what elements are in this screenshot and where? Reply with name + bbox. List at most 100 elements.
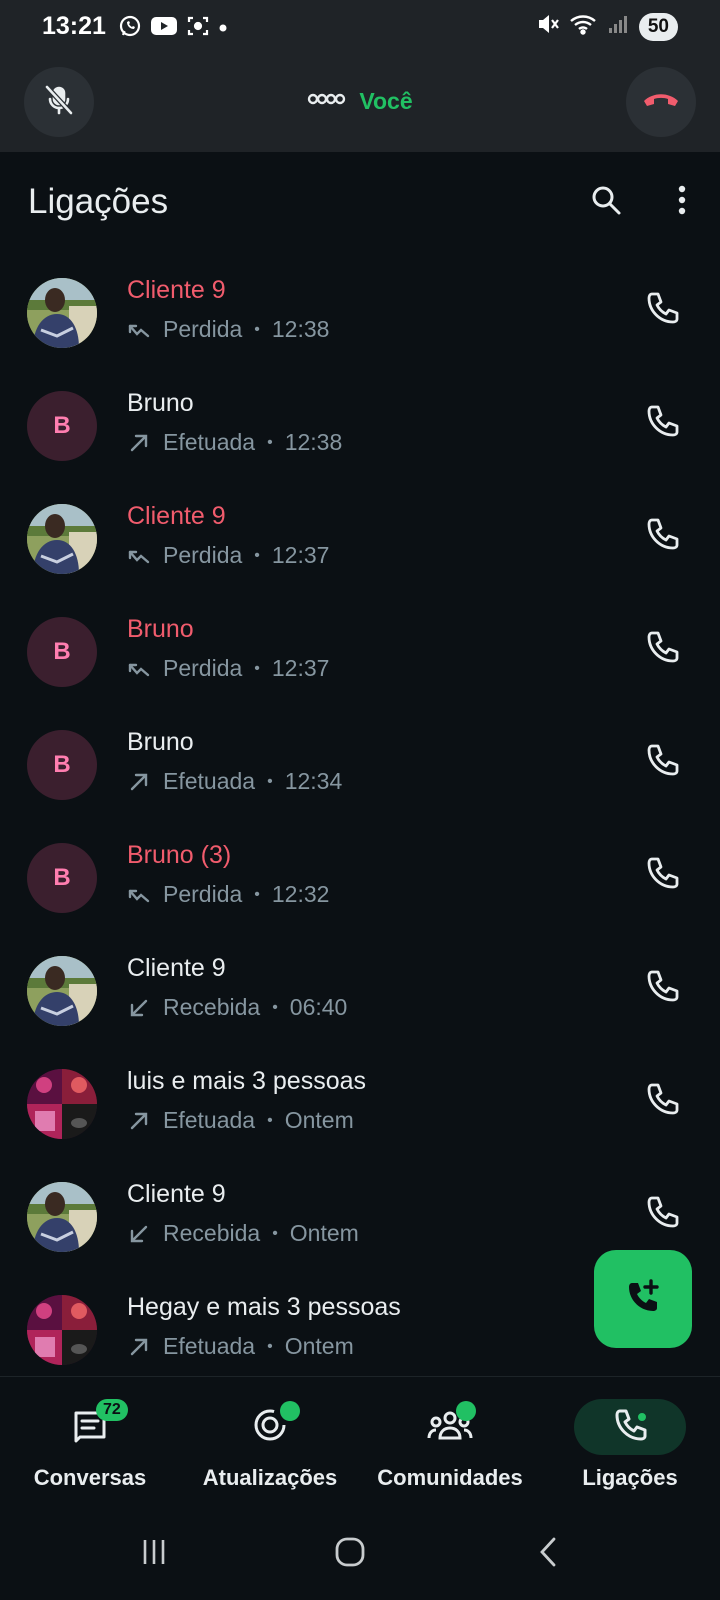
voice-call-button[interactable] bbox=[640, 1079, 684, 1123]
ongoing-call-label: Você bbox=[359, 88, 413, 114]
separator-dot: • bbox=[267, 1111, 273, 1129]
nav-item-atualizacoes[interactable]: Atualizações bbox=[180, 1399, 360, 1499]
contact-photo-avatar bbox=[27, 504, 97, 574]
phone-icon bbox=[644, 290, 680, 331]
phone-icon bbox=[644, 1081, 680, 1122]
call-list-item[interactable]: B Bruno Efetuada • 12:38 bbox=[0, 371, 720, 486]
nav-icon-container bbox=[214, 1399, 326, 1455]
nav-label: Ligações bbox=[582, 1465, 678, 1490]
voice-call-button[interactable] bbox=[640, 627, 684, 671]
call-list-item[interactable]: luis e mais 3 pessoas Efetuada • Ontem bbox=[0, 1049, 720, 1164]
call-list-item[interactable]: Cliente 9 Perdida • 12:37 bbox=[0, 484, 720, 599]
call-details: Perdida • 12:32 bbox=[127, 881, 329, 908]
call-contact-name: Cliente 9 bbox=[127, 954, 226, 982]
call-list-item[interactable]: B Bruno Efetuada • 12:34 bbox=[0, 710, 720, 825]
group-avatar bbox=[27, 1069, 97, 1139]
separator-dot: • bbox=[272, 998, 278, 1016]
call-details: Recebida • Ontem bbox=[127, 1220, 359, 1247]
new-communities-dot bbox=[456, 1401, 476, 1421]
nav-label: Atualizações bbox=[202, 1465, 338, 1490]
wifi-icon bbox=[569, 13, 597, 40]
status-notification-icons bbox=[118, 14, 228, 43]
call-list[interactable]: Cliente 9 Perdida • 12:38 B Bruno Efetuada • 12:… bbox=[0, 258, 720, 1376]
avatar-initial: B bbox=[27, 843, 97, 913]
avatar-initial: B bbox=[27, 391, 97, 461]
status-time: 13:21 bbox=[42, 12, 106, 40]
call-contact-name: Bruno bbox=[127, 728, 194, 756]
call-contact-name: Bruno (3) bbox=[127, 841, 232, 869]
dot-icon bbox=[218, 20, 228, 38]
voice-call-button[interactable] bbox=[640, 401, 684, 445]
call-list-item[interactable]: Cliente 9 Perdida • 12:38 bbox=[0, 258, 720, 373]
separator-dot: • bbox=[272, 1224, 278, 1242]
call-contact-name: Bruno bbox=[127, 615, 194, 643]
call-status: Perdida bbox=[163, 542, 243, 568]
nav-item-conversas[interactable]: 72 Conversas bbox=[0, 1399, 180, 1499]
end-call-button[interactable] bbox=[626, 67, 696, 137]
call-details: Recebida • 06:40 bbox=[127, 994, 347, 1021]
voice-call-button[interactable] bbox=[640, 288, 684, 332]
separator-dot: • bbox=[254, 320, 260, 338]
ongoing-call-banner[interactable]: Você bbox=[0, 52, 720, 152]
call-status: Efetuada bbox=[163, 429, 256, 455]
call-list-item[interactable]: B Bruno (3) Perdida • 12:32 bbox=[0, 823, 720, 938]
contact-photo-avatar bbox=[27, 278, 97, 348]
phone-icon bbox=[644, 1194, 680, 1235]
system-navigation-bar bbox=[0, 1506, 720, 1600]
call-status: Recebida bbox=[163, 1220, 261, 1246]
whatsapp-icon bbox=[118, 14, 142, 43]
nav-item-comunidades[interactable]: Comunidades bbox=[360, 1399, 540, 1499]
home-button[interactable] bbox=[330, 1534, 370, 1574]
home-icon bbox=[334, 1536, 366, 1573]
back-icon bbox=[536, 1536, 560, 1573]
voice-call-button[interactable] bbox=[640, 1192, 684, 1236]
audio-wave-icon bbox=[307, 91, 347, 112]
separator-dot: • bbox=[267, 1337, 273, 1355]
avatar-initial: B bbox=[27, 617, 97, 687]
call-time: Ontem bbox=[284, 1107, 354, 1133]
call-contact-name: Cliente 9 bbox=[127, 276, 226, 304]
phone-icon bbox=[644, 968, 680, 1009]
call-status: Perdida bbox=[163, 316, 243, 342]
call-time: 12:37 bbox=[271, 655, 330, 681]
voice-call-button[interactable] bbox=[640, 966, 684, 1010]
group-avatar bbox=[27, 1295, 97, 1365]
recent-apps-button[interactable] bbox=[134, 1534, 174, 1574]
separator-dot: • bbox=[254, 885, 260, 903]
call-list-item[interactable]: Cliente 9 Recebida • 06:40 bbox=[0, 936, 720, 1051]
outgoing-call-arrow-icon bbox=[127, 1109, 151, 1133]
call-contact-name: luis e mais 3 pessoas bbox=[127, 1067, 367, 1095]
nav-item-ligacoes[interactable]: Ligações bbox=[540, 1399, 720, 1499]
back-button[interactable] bbox=[528, 1534, 568, 1574]
add-call-icon bbox=[623, 1277, 663, 1322]
search-icon bbox=[590, 184, 622, 221]
missed-call-arrow-icon bbox=[127, 883, 151, 907]
search-button[interactable] bbox=[584, 180, 628, 224]
separator-dot: • bbox=[267, 772, 273, 790]
phone-icon bbox=[644, 403, 680, 444]
phone-icon bbox=[644, 629, 680, 670]
outgoing-call-arrow-icon bbox=[127, 431, 151, 455]
call-list-item[interactable]: B Bruno Perdida • 12:37 bbox=[0, 597, 720, 712]
separator-dot: • bbox=[254, 659, 260, 677]
voice-call-button[interactable] bbox=[640, 514, 684, 558]
nav-icon-container bbox=[34, 1399, 146, 1455]
youtube-icon bbox=[150, 15, 178, 42]
voice-call-button[interactable] bbox=[640, 740, 684, 784]
call-contact-name: Cliente 9 bbox=[127, 1180, 226, 1208]
missed-call-arrow-icon bbox=[127, 318, 151, 342]
new-call-fab[interactable] bbox=[594, 1250, 692, 1348]
phone-icon bbox=[644, 855, 680, 896]
call-details: Efetuada • Ontem bbox=[127, 1107, 354, 1134]
call-details: Perdida • 12:37 bbox=[127, 655, 329, 682]
status-system-icons: 50 bbox=[537, 12, 678, 41]
more-options-button[interactable] bbox=[660, 180, 704, 224]
voice-call-button[interactable] bbox=[640, 853, 684, 897]
incoming-call-arrow-icon bbox=[127, 996, 151, 1020]
nav-label: Conversas bbox=[33, 1465, 147, 1490]
call-details: Efetuada • Ontem bbox=[127, 1333, 354, 1360]
call-details: Efetuada • 12:38 bbox=[127, 429, 342, 456]
unread-badge: 72 bbox=[96, 1399, 128, 1421]
call-contact-name: Hegay e mais 3 pessoas bbox=[127, 1293, 401, 1321]
avatar-initial: B bbox=[27, 730, 97, 800]
